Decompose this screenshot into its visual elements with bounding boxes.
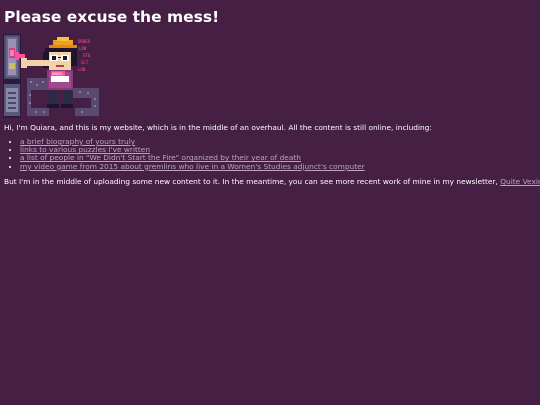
illustration-screen-text: LOB — [79, 46, 87, 51]
intro-paragraph: Hi, I'm Quiara, and this is my website, … — [4, 123, 432, 132]
outro-paragraph: But I'm in the middle of uploading some … — [4, 177, 540, 187]
newsletter-link[interactable]: Quite Vexing. — [500, 177, 540, 186]
content-link-list: a brief biography of yours truly links t… — [10, 137, 365, 171]
illustration-screen-text: ORDER — [78, 39, 91, 44]
illustration-tag-text: ORDER — [52, 72, 63, 76]
page-title: Please excuse the mess! — [4, 8, 220, 26]
pixel-art-character-icon: ORDER ORDER LOB STO SLT LOB — [3, 34, 99, 118]
list-item: my video game from 2015 about gremlins w… — [20, 162, 365, 171]
video-game-link[interactable]: my video game from 2015 about gremlins w… — [20, 162, 365, 171]
illustration-screen-text: SLT — [81, 60, 89, 65]
outro-text: But I'm in the middle of uploading some … — [4, 177, 498, 186]
illustration-screen-text: LOB — [78, 67, 86, 72]
illustration-screen-text: STO — [83, 53, 91, 58]
page: Please excuse the mess! ORDER ORDER LOB … — [0, 0, 540, 405]
